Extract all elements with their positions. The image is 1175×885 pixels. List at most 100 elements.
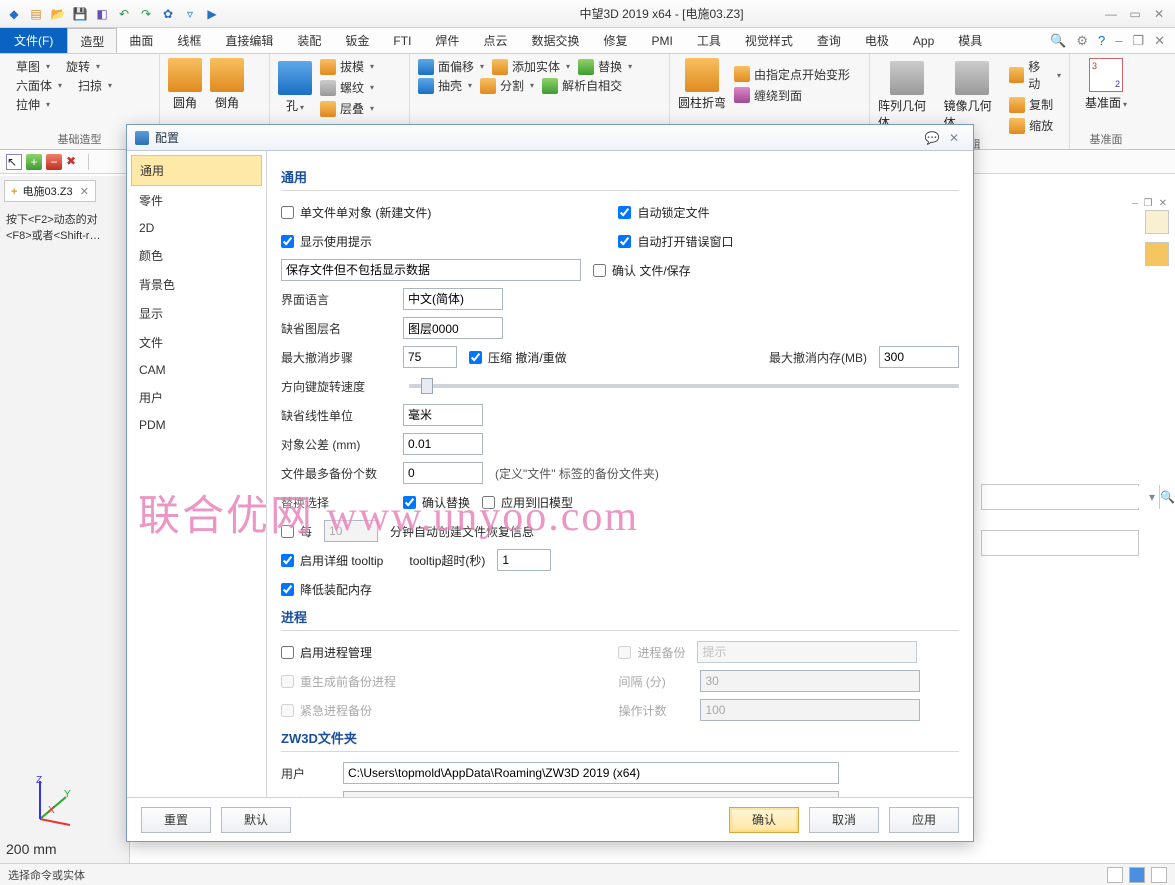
minus-icon[interactable]: − [46, 154, 62, 170]
minimize-icon[interactable]: — [1103, 6, 1119, 22]
default-button[interactable]: 默认 [221, 807, 291, 833]
document-tab[interactable]: + 电施03.Z3 ✕ [4, 180, 96, 202]
run-icon[interactable]: ▶ [204, 6, 220, 22]
nav-display[interactable]: 显示 [131, 299, 262, 328]
menu-assembly[interactable]: 装配 [285, 28, 333, 53]
undo-icon[interactable]: ↶ [116, 6, 132, 22]
nav-cam[interactable]: CAM [131, 357, 262, 383]
tol-input[interactable] [403, 433, 483, 455]
more-icon[interactable]: ▿ [182, 6, 198, 22]
chk-apply-old[interactable]: 应用到旧模型 [482, 494, 573, 511]
status-icon-1[interactable] [1107, 867, 1123, 883]
thread-button[interactable]: 螺纹 [320, 79, 374, 96]
hole-label[interactable]: 孔 [286, 97, 304, 114]
scale-button[interactable]: 缩放 [1009, 117, 1061, 134]
nav-bg[interactable]: 背景色 [131, 270, 262, 299]
nav-2d[interactable]: 2D [131, 215, 262, 241]
search-dd-icon[interactable]: ▾ [1145, 490, 1159, 504]
palette-icon[interactable]: ◧ [94, 6, 110, 22]
menu-tool[interactable]: 工具 [685, 28, 733, 53]
dialog-close-icon[interactable]: ✕ [943, 131, 965, 145]
apply-button[interactable]: 应用 [889, 807, 959, 833]
selfint-button[interactable]: 解析自相交 [542, 77, 622, 94]
nav-file[interactable]: 文件 [131, 328, 262, 357]
menu-surface[interactable]: 曲面 [117, 28, 165, 53]
app-icon[interactable]: ◆ [6, 6, 22, 22]
new-icon[interactable]: ▤ [28, 6, 44, 22]
open-icon[interactable]: 📂 [50, 6, 66, 22]
doc-minimize-icon[interactable]: – [1115, 33, 1122, 48]
menu-electrode[interactable]: 电极 [853, 28, 901, 53]
search-go-icon[interactable]: 🔍 [1159, 485, 1175, 509]
search-input[interactable] [982, 486, 1145, 508]
chk-every[interactable]: 每 [281, 523, 312, 540]
box-button[interactable]: 六面体 [16, 77, 62, 94]
cursor-icon[interactable]: ↖ [6, 154, 22, 170]
ok-button[interactable]: 确认 [729, 807, 799, 833]
chk-confirm-save[interactable]: 确认 文件/保存 [593, 262, 691, 279]
chk-tooltip[interactable]: 启用详细 tooltip [281, 552, 383, 569]
menu-wire[interactable]: 线框 [165, 28, 213, 53]
status-icon-2[interactable] [1129, 867, 1145, 883]
rotspeed-slider[interactable] [409, 384, 959, 388]
save-icon[interactable]: 💾 [72, 6, 88, 22]
nav-part[interactable]: 零件 [131, 186, 262, 215]
chk-show-tips[interactable]: 显示使用提示 [281, 233, 606, 250]
chamfer-icon[interactable] [210, 58, 244, 92]
undo-mem-input[interactable] [879, 346, 959, 368]
right-dock-tab-2[interactable] [1145, 242, 1169, 266]
menu-direct-edit[interactable]: 直接编辑 [213, 28, 285, 53]
sketch-button[interactable]: 草图 [16, 58, 50, 75]
docview-max-icon[interactable]: ❐ [1144, 198, 1153, 209]
close-icon[interactable]: ✕ [1151, 6, 1167, 22]
stack-button[interactable]: 层叠 [320, 100, 374, 117]
chk-proc-mgmt[interactable]: 启用进程管理 [281, 644, 606, 661]
reset-button[interactable]: 重置 [141, 807, 211, 833]
revolve-button[interactable]: 旋转 [66, 58, 100, 75]
extrude-button[interactable]: 拉伸 [16, 96, 50, 113]
addsolid-button[interactable]: 添加实体 [492, 58, 570, 75]
menu-fti[interactable]: FTI [381, 28, 423, 53]
bak-input[interactable] [403, 462, 483, 484]
chk-low-asm[interactable]: 降低装配内存 [281, 581, 372, 598]
help-icon[interactable]: ? [1098, 33, 1105, 48]
cylbend-icon[interactable] [685, 58, 719, 92]
filter-panel[interactable] [981, 530, 1139, 556]
hole-icon[interactable] [278, 61, 312, 95]
shell-button[interactable]: 抽壳 [418, 77, 472, 94]
menu-file[interactable]: 文件(F) [0, 28, 67, 53]
dialog-help-icon[interactable]: 💬 [921, 131, 943, 145]
doc-restore-icon[interactable]: ❐ [1132, 33, 1144, 49]
nav-pdm[interactable]: PDM [131, 412, 262, 438]
layer-input[interactable] [403, 317, 503, 339]
chk-auto-lock[interactable]: 自动锁定文件 [618, 204, 943, 221]
maximize-icon[interactable]: ▭ [1127, 6, 1143, 22]
replace-button[interactable]: 替换 [578, 58, 632, 75]
nav-general[interactable]: 通用 [131, 155, 262, 186]
menu-query[interactable]: 查询 [805, 28, 853, 53]
draft-button[interactable]: 拔模 [320, 58, 374, 75]
menu-mold[interactable]: 模具 [946, 28, 994, 53]
menu-exchange[interactable]: 数据交换 [519, 28, 591, 53]
sweep-button[interactable]: 扫掠 [78, 77, 112, 94]
menu-weld[interactable]: 焊件 [423, 28, 471, 53]
pattern-icon[interactable] [890, 61, 924, 95]
offset-button[interactable]: 面偏移 [418, 58, 484, 75]
slider-thumb[interactable] [421, 378, 433, 394]
redo-icon[interactable]: ↷ [138, 6, 154, 22]
config-icon[interactable]: ✿ [160, 6, 176, 22]
wrap-button[interactable]: 缠绕到面 [734, 87, 850, 104]
nav-user[interactable]: 用户 [131, 383, 262, 412]
cancel-button[interactable]: 取消 [809, 807, 879, 833]
plus-icon[interactable]: + [26, 154, 42, 170]
menu-repair[interactable]: 修复 [591, 28, 639, 53]
split-button[interactable]: 分割 [480, 77, 534, 94]
menu-visual[interactable]: 视觉样式 [733, 28, 805, 53]
mirror-icon[interactable] [955, 61, 989, 95]
gear-icon[interactable]: ⚙ [1076, 33, 1088, 49]
doc-close-icon[interactable]: ✕ [80, 186, 89, 198]
menu-pmi[interactable]: PMI [639, 28, 684, 53]
tooltip-timeout-input[interactable] [497, 549, 551, 571]
chk-compress-undo[interactable]: 压缩 撤消/重做 [469, 349, 567, 366]
undo-input[interactable] [403, 346, 457, 368]
